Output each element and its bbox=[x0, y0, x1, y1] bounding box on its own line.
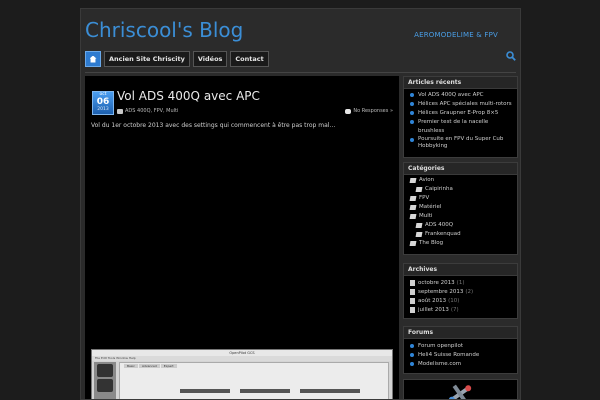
bullet-icon bbox=[410, 344, 414, 348]
widget-recent-posts: Articles récents Vol ADS 400Q avec APC H… bbox=[403, 76, 518, 158]
category-item[interactable]: FPV bbox=[409, 194, 513, 203]
recent-post-item[interactable]: Premier test de la nacelle brushless bbox=[410, 118, 513, 136]
bullet-icon bbox=[410, 93, 414, 97]
screenshot-menu-bar: File Edit Tools Window Help bbox=[92, 356, 392, 361]
screenshot-tab: Advanced bbox=[138, 364, 160, 368]
screenshot-sidebar bbox=[94, 362, 116, 399]
archive-item[interactable]: juillet 2013 (7) bbox=[410, 306, 513, 315]
archive-icon bbox=[410, 289, 415, 295]
screenshot-header-bar bbox=[180, 389, 230, 393]
post-date-day: 06 bbox=[96, 97, 110, 107]
page-container: Chriscool's Blog AEROMODELIME & FPV Anci… bbox=[80, 8, 521, 400]
sidebar-thumbnail[interactable] bbox=[403, 379, 518, 399]
site-title[interactable]: Chriscool's Blog bbox=[85, 18, 243, 42]
drone-icon bbox=[448, 384, 472, 399]
category-icon bbox=[415, 223, 423, 228]
category-item[interactable]: The Blog bbox=[409, 239, 513, 248]
post-excerpt: Vol du 1er octobre 2013 avec des setting… bbox=[91, 122, 336, 129]
recent-post-item[interactable]: Vol ADS 400Q avec APC bbox=[410, 91, 513, 100]
category-icon bbox=[409, 178, 417, 183]
screenshot-tabs: Basic Advanced Expert bbox=[120, 363, 388, 369]
category-icon bbox=[409, 196, 417, 201]
widget-title: Articles récents bbox=[404, 77, 517, 89]
widget-archives: Archives octobre 2013 (1) septembre 2013(… bbox=[403, 263, 518, 319]
bullet-icon bbox=[410, 138, 414, 142]
screenshot-tab: Basic bbox=[124, 364, 138, 368]
nav-item-contact[interactable]: Contact bbox=[230, 51, 269, 67]
archive-icon bbox=[410, 280, 415, 286]
nav-item-ancien-site[interactable]: Ancien Site Chriscity bbox=[104, 51, 190, 67]
screenshot-panel: Basic Advanced Expert bbox=[119, 362, 389, 399]
forum-item[interactable]: Modelisme.com bbox=[410, 360, 513, 369]
main-nav: Ancien Site Chriscity Vidéos Contact bbox=[85, 51, 269, 67]
forum-item[interactable]: Heli4 Suisse Romande bbox=[410, 351, 513, 360]
category-icon bbox=[415, 187, 423, 192]
category-item[interactable]: Frankenquad bbox=[410, 230, 513, 239]
category-icon bbox=[409, 241, 417, 246]
archive-item[interactable]: septembre 2013 (2) bbox=[410, 288, 513, 297]
post-meta: ADS 400Q, FPV, Multi No Responses » bbox=[117, 107, 393, 115]
widget-categories: Catégories Avion Caipirinha FPV Matériel… bbox=[403, 162, 518, 255]
bullet-icon bbox=[410, 353, 414, 357]
category-icon bbox=[415, 232, 423, 237]
main-content: oct 06 2013 Vol ADS 400Q avec APC ADS 40… bbox=[85, 76, 399, 399]
post-categories[interactable]: ADS 400Q, FPV, Multi bbox=[125, 108, 178, 114]
bullet-icon bbox=[410, 120, 414, 124]
archive-icon bbox=[410, 307, 415, 313]
post-date-year: 2013 bbox=[97, 107, 109, 112]
nav-home-button[interactable] bbox=[85, 51, 101, 67]
post-date-badge: oct 06 2013 bbox=[92, 91, 114, 115]
nav-item-videos[interactable]: Vidéos bbox=[192, 51, 228, 67]
search-icon[interactable] bbox=[506, 51, 516, 61]
comment-icon bbox=[345, 108, 352, 114]
folder-icon bbox=[117, 108, 123, 114]
forum-item[interactable]: Forum openpilot bbox=[410, 342, 513, 351]
category-item[interactable]: Avion bbox=[409, 176, 513, 185]
archive-icon bbox=[410, 298, 415, 304]
archive-item[interactable]: octobre 2013 (1) bbox=[410, 279, 513, 288]
bullet-icon bbox=[410, 362, 414, 366]
recent-post-item[interactable]: Poursuite en FPV du Super Cub Hobbyking bbox=[410, 136, 513, 150]
screenshot-header-bar bbox=[300, 389, 360, 393]
widget-title: Catégories bbox=[404, 163, 517, 175]
widget-title: Forums bbox=[404, 327, 517, 339]
archive-item[interactable]: août 2013 (10) bbox=[410, 297, 513, 306]
site-header: Chriscool's Blog AEROMODELIME & FPV bbox=[81, 9, 520, 47]
category-item[interactable]: Matériel bbox=[409, 203, 513, 212]
widget-title: Archives bbox=[404, 264, 517, 276]
category-item[interactable]: Multi bbox=[409, 212, 513, 221]
screenshot-header-bar bbox=[240, 389, 290, 393]
nav-divider bbox=[85, 72, 516, 73]
post-title[interactable]: Vol ADS 400Q avec APC bbox=[117, 89, 260, 103]
screenshot-tab: Expert bbox=[160, 364, 177, 368]
widget-forums: Forums Forum openpilot Heli4 Suisse Roma… bbox=[403, 326, 518, 374]
home-icon bbox=[89, 55, 97, 63]
recent-post-item[interactable]: Hélices APC spéciales multi-rotors bbox=[410, 100, 513, 109]
recent-post-item[interactable]: Hélices Graupner E-Prop 8×5 bbox=[410, 109, 513, 118]
post-screenshot[interactable]: OpenPilot GCS File Edit Tools Window Hel… bbox=[91, 349, 393, 399]
post-comments-link[interactable]: No Responses » bbox=[353, 108, 393, 114]
bullet-icon bbox=[410, 102, 414, 106]
site-tagline: AEROMODELIME & FPV bbox=[414, 31, 498, 39]
bullet-icon bbox=[410, 111, 414, 115]
category-item[interactable]: Caipirinha bbox=[410, 185, 513, 194]
category-item[interactable]: ADS 400Q bbox=[410, 221, 513, 230]
category-icon bbox=[409, 214, 417, 219]
category-icon bbox=[409, 205, 417, 210]
